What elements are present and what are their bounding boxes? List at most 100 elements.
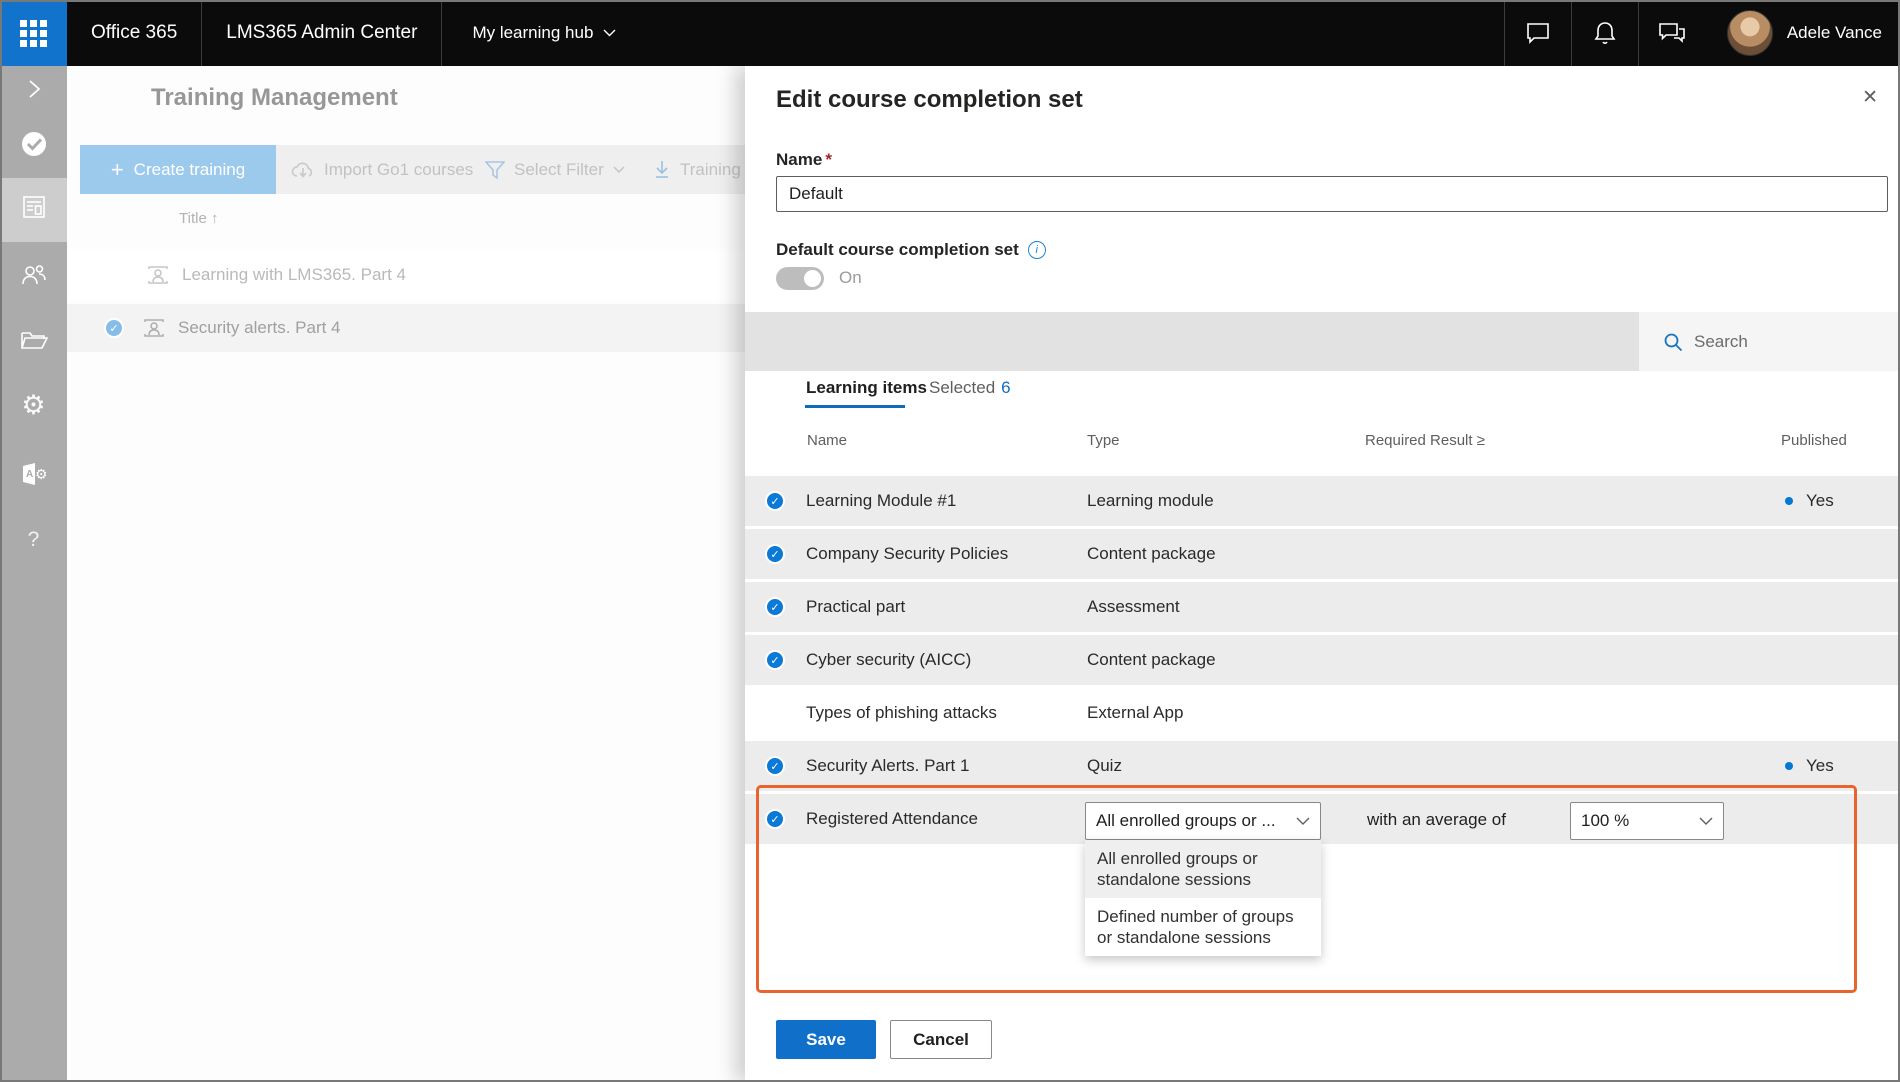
admin-center-link[interactable]: LMS365 Admin Center — [202, 22, 441, 44]
create-training-label: Create training — [134, 160, 246, 180]
app-launcher-button[interactable] — [0, 0, 67, 66]
panel-title: Edit course completion set — [776, 86, 1083, 114]
bell-icon — [1593, 20, 1617, 46]
lms365-logo-icon — [20, 130, 48, 158]
select-filter-label: Select Filter — [514, 160, 604, 180]
item-type: Learning module — [1087, 491, 1214, 511]
attendance-mode-dropdown: All enrolled groups or standalone sessio… — [1085, 840, 1321, 956]
selected-check-icon[interactable]: ✓ — [765, 756, 785, 776]
chevron-down-icon — [1296, 817, 1310, 826]
top-bar: Office 365 LMS365 Admin Center My learni… — [0, 0, 1900, 66]
learning-item-row[interactable]: ✓ Company Security Policies Content pack… — [745, 529, 1898, 579]
attendance-mode-select[interactable]: All enrolled groups or ... — [1085, 802, 1321, 840]
save-button[interactable]: Save — [776, 1020, 876, 1059]
feedback-button[interactable] — [1639, 0, 1705, 66]
table-row[interactable]: Learning with LMS365. Part 4 — [67, 249, 745, 301]
attendance-mode-value: All enrolled groups or ... — [1096, 811, 1276, 831]
item-name: Company Security Policies — [806, 544, 1008, 564]
published-status: Yes — [1785, 491, 1834, 511]
svg-text:A: A — [26, 469, 33, 480]
admin-app-icon: A⚙ — [19, 460, 49, 488]
dropdown-option-defined-number[interactable]: Defined number of groups or standalone s… — [1085, 898, 1321, 956]
nav-item-course-catalog[interactable] — [0, 328, 67, 352]
close-icon[interactable]: ✕ — [1862, 86, 1878, 109]
course-icon — [146, 264, 170, 286]
chat-button[interactable] — [1505, 0, 1571, 66]
selected-check-icon[interactable]: ✓ — [765, 809, 785, 829]
svg-text:⚙: ⚙ — [35, 466, 48, 482]
chevron-down-icon — [603, 29, 616, 37]
search-icon — [1663, 332, 1683, 352]
learning-hub-label: My learning hub — [472, 23, 593, 43]
cancel-button[interactable]: Cancel — [890, 1020, 992, 1059]
item-type: Assessment — [1087, 597, 1180, 617]
learning-item-row-attendance[interactable]: ✓ Registered Attendance — [745, 794, 1898, 844]
course-icon — [142, 317, 166, 339]
nav-item-lms365[interactable] — [0, 130, 67, 158]
published-dot-icon — [1785, 497, 1793, 505]
select-filter-button[interactable]: Select Filter — [485, 145, 625, 194]
selected-check-icon[interactable]: ✓ — [765, 544, 785, 564]
column-header-type: Type — [1087, 432, 1120, 449]
training-list-icon — [21, 194, 47, 220]
selected-check-icon[interactable]: ✓ — [765, 597, 785, 617]
selected-check-icon[interactable]: ✓ — [765, 650, 785, 670]
dropdown-option-all-enrolled[interactable]: All enrolled groups or standalone sessio… — [1085, 840, 1321, 898]
training-label: Training — [680, 160, 741, 180]
gear-icon: ⚙ — [21, 392, 45, 419]
nav-item-training-management[interactable] — [0, 194, 67, 220]
left-nav: ⚙ A⚙ ? — [0, 66, 67, 1082]
item-name: Security Alerts. Part 1 — [806, 756, 969, 776]
nav-item-settings[interactable]: ⚙ — [0, 392, 67, 419]
info-icon[interactable]: i — [1028, 241, 1046, 259]
nav-item-help[interactable]: ? — [0, 528, 67, 552]
learning-item-row[interactable]: Types of phishing attacks External App — [745, 688, 1898, 738]
nav-item-users[interactable] — [0, 262, 67, 288]
notifications-button[interactable] — [1572, 0, 1638, 66]
default-set-toggle[interactable] — [776, 267, 824, 290]
edit-course-completion-set-panel: ✕ Edit course completion set Name* Defau… — [745, 66, 1898, 1082]
page-title: Training Management — [151, 84, 398, 112]
download-arrow-icon — [653, 160, 671, 180]
nav-expand-button[interactable] — [0, 78, 67, 100]
column-header-published: Published — [1781, 432, 1847, 449]
table-row-selected[interactable]: ✓ Security alerts. Part 4 — [67, 304, 745, 352]
column-header-required-result: Required Result ≥ — [1365, 432, 1485, 449]
tab-selected[interactable]: Selected6 — [929, 378, 1011, 398]
required-asterisk: * — [825, 150, 832, 169]
average-percent-value: 100 % — [1581, 811, 1629, 831]
user-avatar[interactable] — [1727, 10, 1773, 56]
item-type: External App — [1087, 703, 1183, 723]
nav-item-admin-app[interactable]: A⚙ — [0, 460, 67, 488]
tab-learning-items[interactable]: Learning items — [806, 378, 927, 398]
chevron-down-icon — [1699, 817, 1713, 826]
item-type: Content package — [1087, 650, 1216, 670]
toggle-state-label: On — [839, 268, 862, 288]
search-box[interactable] — [1639, 312, 1898, 371]
learning-item-row[interactable]: ✓ Learning Module #1 Learning module Yes — [745, 476, 1898, 526]
learning-item-row[interactable]: ✓ Cyber security (AICC) Content package — [745, 635, 1898, 685]
active-tab-underline — [805, 405, 905, 408]
item-type: Quiz — [1087, 756, 1122, 776]
title-column-header[interactable]: Title ↑ — [179, 210, 218, 227]
selected-check-icon[interactable]: ✓ — [765, 491, 785, 511]
search-input[interactable] — [1694, 332, 1874, 352]
average-percent-select[interactable]: 100 % — [1570, 802, 1724, 840]
chevron-down-icon — [613, 166, 625, 174]
name-input[interactable] — [776, 176, 1888, 212]
chat-icon — [1525, 20, 1551, 46]
average-of-label: with an average of — [1367, 810, 1506, 830]
chevron-right-icon — [25, 78, 43, 100]
learning-item-row[interactable]: ✓ Practical part Assessment — [745, 582, 1898, 632]
selected-count: 6 — [1001, 378, 1010, 397]
feedback-icon — [1658, 20, 1686, 46]
learning-item-row[interactable]: ✓ Security Alerts. Part 1 Quiz Yes — [745, 741, 1898, 791]
learning-hub-menu[interactable]: My learning hub — [442, 23, 630, 43]
plus-icon: + — [111, 159, 124, 181]
office-365-link[interactable]: Office 365 — [67, 22, 201, 44]
create-training-button[interactable]: + Create training — [80, 145, 276, 194]
waffle-icon — [20, 20, 47, 47]
training-export-button[interactable]: Training — [653, 145, 741, 194]
import-go1-button[interactable]: Import Go1 courses — [291, 145, 473, 194]
item-name: Types of phishing attacks — [806, 703, 997, 723]
